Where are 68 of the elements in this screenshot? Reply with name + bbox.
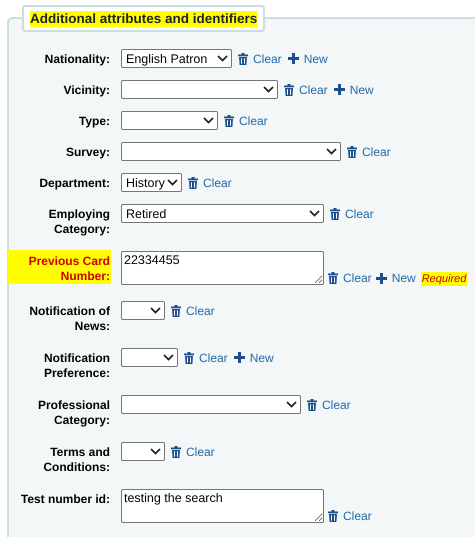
required-note: Required	[422, 273, 466, 285]
field-label: Vicinity:	[64, 82, 110, 98]
clear-link[interactable]: Clear	[188, 176, 232, 190]
field-label: Notification Preference:	[42, 350, 110, 382]
select-field[interactable]: History	[121, 173, 182, 192]
field-label: Professional Category:	[36, 397, 110, 428]
chevron-down-icon	[150, 448, 161, 455]
new-link[interactable]: New	[376, 271, 416, 285]
clear-link[interactable]: Clear	[347, 144, 391, 158]
plus-icon	[234, 352, 245, 363]
plus-icon	[334, 84, 345, 95]
select-field[interactable]	[121, 395, 301, 414]
clear-link[interactable]: Clear	[171, 444, 215, 458]
text-area[interactable]: 22334455	[121, 251, 324, 285]
plus-icon	[376, 272, 387, 284]
new-link[interactable]: New	[288, 52, 328, 66]
clear-link[interactable]: Clear	[330, 206, 374, 220]
chevron-down-icon	[163, 354, 174, 361]
clear-link[interactable]: Clear	[284, 82, 328, 96]
select-field[interactable]: English Patron	[121, 49, 232, 68]
select-field[interactable]: Retired	[121, 204, 324, 223]
trash-icon	[284, 84, 294, 96]
clear-link[interactable]: Clear	[328, 271, 372, 285]
new-link[interactable]: New	[234, 350, 274, 364]
trash-icon	[171, 304, 181, 316]
select-field[interactable]	[121, 301, 165, 320]
text-area[interactable]: testing the search	[121, 489, 324, 523]
field-label: Employing Category:	[48, 206, 110, 238]
trash-icon	[307, 398, 317, 410]
chevron-down-icon	[263, 86, 274, 93]
field-label: Type:	[78, 113, 110, 128]
new-link[interactable]: New	[334, 82, 374, 96]
trash-icon	[171, 446, 181, 458]
trash-icon	[188, 176, 198, 188]
trash-icon	[238, 52, 248, 64]
trash-icon	[328, 510, 338, 522]
clear-link[interactable]: Clear	[328, 509, 372, 523]
field-label: Previous Card Number:	[9, 251, 110, 283]
clear-link[interactable]: Clear	[224, 114, 268, 128]
chevron-down-icon	[326, 148, 337, 155]
field-label: Department:	[39, 175, 110, 190]
select-field[interactable]	[121, 111, 218, 130]
trash-icon	[328, 272, 338, 284]
field-label: Nationality:	[44, 51, 110, 66]
chevron-down-icon	[203, 117, 214, 124]
clear-link[interactable]: Clear	[238, 52, 282, 66]
select-field[interactable]	[121, 348, 178, 367]
trash-icon	[224, 114, 234, 126]
select-field[interactable]	[121, 80, 278, 99]
trash-icon	[347, 146, 357, 158]
chevron-down-icon	[309, 210, 320, 217]
chevron-down-icon	[150, 307, 161, 314]
section-legend: Additional attributes and identifiers	[30, 11, 258, 27]
clear-link[interactable]: Clear	[184, 350, 228, 364]
field-label: Notification of News:	[28, 303, 110, 334]
chevron-down-icon	[286, 401, 297, 408]
plus-icon	[288, 53, 299, 64]
select-field[interactable]	[121, 142, 341, 161]
field-label: Test number id:	[20, 491, 110, 506]
trash-icon	[184, 352, 194, 364]
clear-link[interactable]: Clear	[307, 398, 351, 412]
field-label: Terms and Conditions:	[42, 444, 110, 476]
trash-icon	[330, 208, 340, 220]
chevron-down-icon	[167, 179, 178, 186]
field-label: Survey:	[66, 144, 110, 160]
select-field[interactable]	[121, 442, 165, 461]
clear-link[interactable]: Clear	[171, 304, 215, 318]
chevron-down-icon	[217, 55, 228, 62]
